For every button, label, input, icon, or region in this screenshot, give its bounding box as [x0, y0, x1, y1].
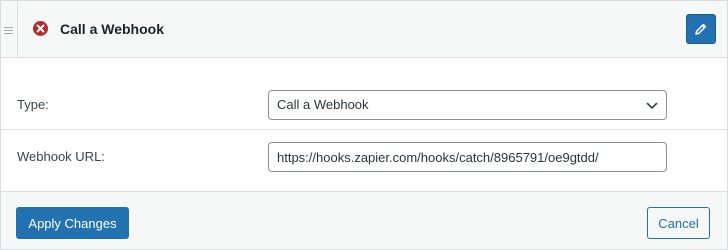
row-divider [1, 129, 727, 130]
chevron-down-icon [646, 102, 658, 109]
action-title: Call a Webhook [60, 21, 164, 37]
pencil-icon [695, 23, 707, 35]
webhook-action-panel: Call a Webhook Type: Call a Webhook Webh… [0, 0, 728, 250]
panel-header: Call a Webhook [1, 1, 727, 58]
drag-handle-line [4, 33, 13, 34]
drag-handle[interactable] [1, 1, 18, 57]
drag-handle-line [4, 30, 13, 31]
cancel-button[interactable]: Cancel [647, 207, 710, 239]
webhook-url-input[interactable] [268, 142, 667, 172]
webhook-url-label: Webhook URL: [17, 149, 105, 164]
apply-changes-button[interactable]: Apply Changes [16, 207, 129, 239]
panel-footer: Apply Changes Cancel [1, 191, 727, 249]
type-select[interactable]: Call a Webhook [268, 90, 667, 120]
error-circle-icon [33, 21, 48, 36]
drag-handle-line [4, 27, 13, 28]
edit-button[interactable] [686, 14, 716, 44]
type-select-value: Call a Webhook [277, 97, 369, 112]
type-label: Type: [17, 97, 49, 112]
